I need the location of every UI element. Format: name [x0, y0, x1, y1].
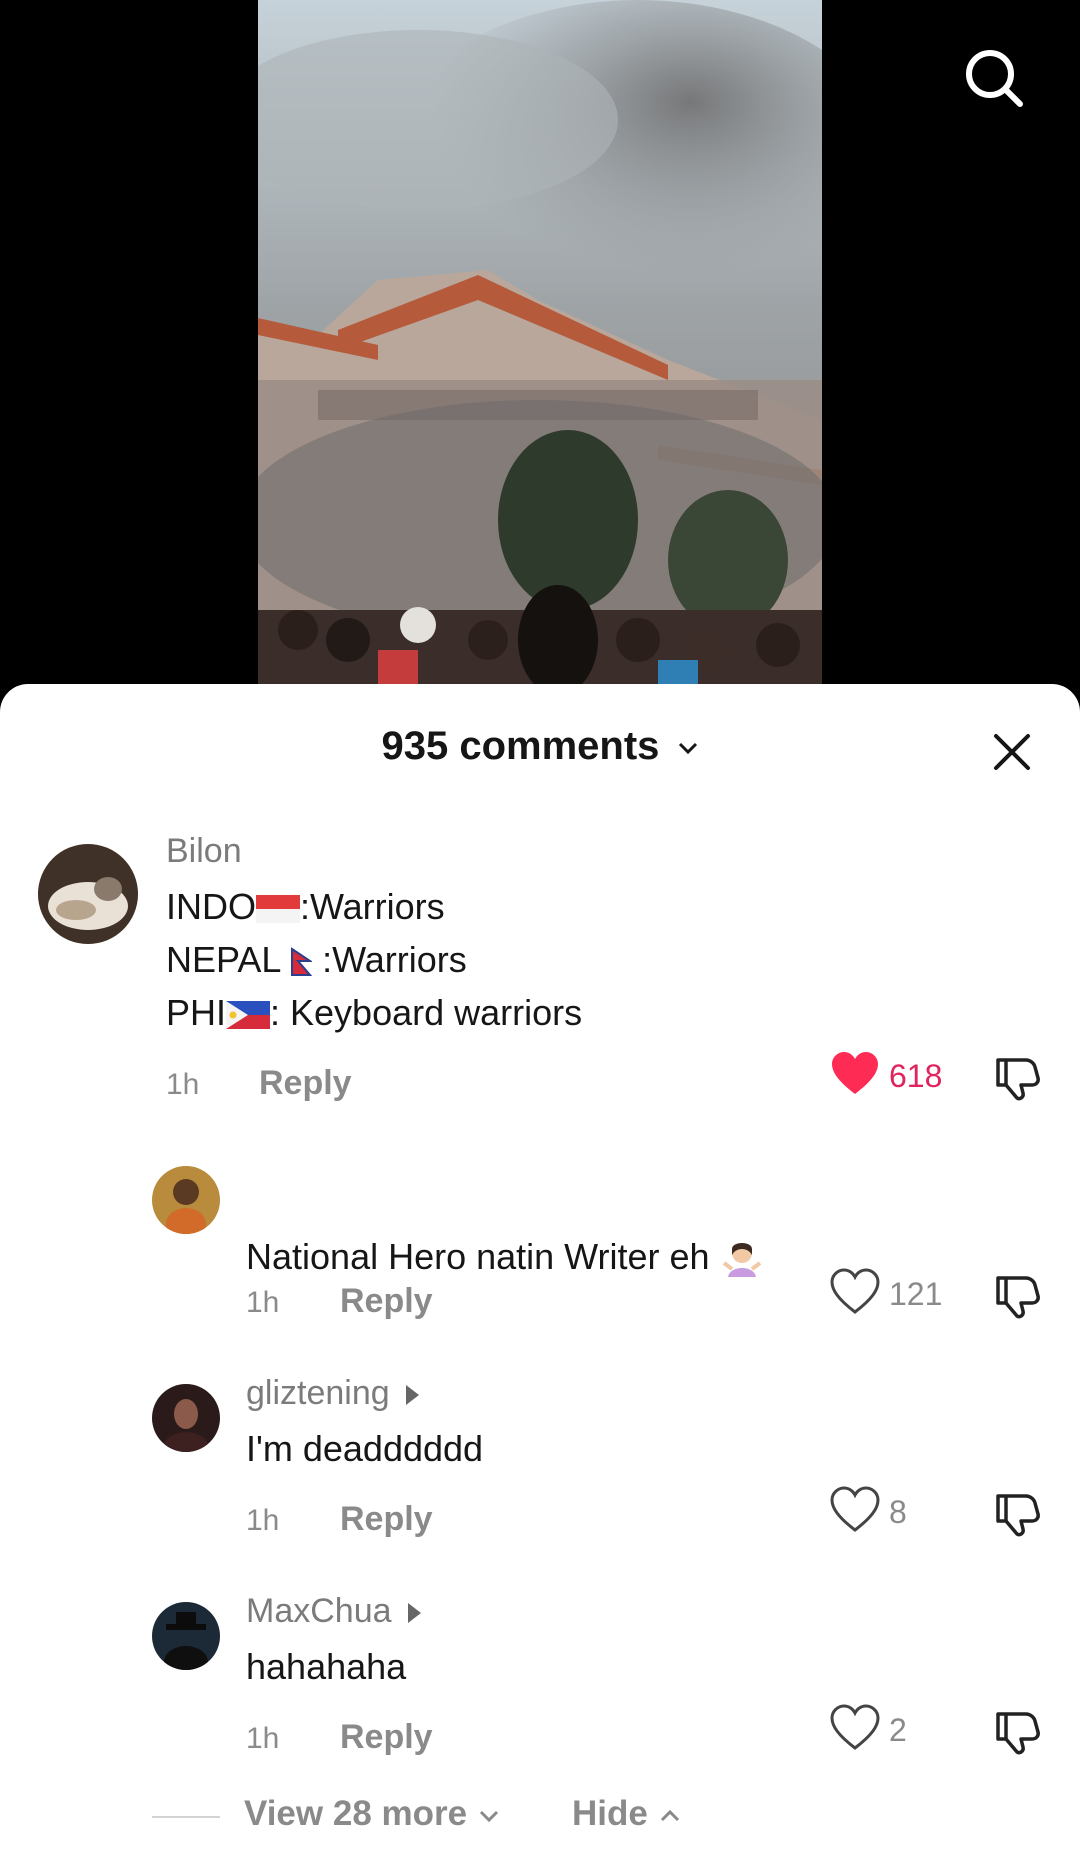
avatar-image	[152, 1166, 220, 1234]
dislike-icon	[996, 1494, 1040, 1537]
like-count: 8	[889, 1494, 907, 1530]
dislike-button[interactable]	[990, 1704, 1042, 1756]
avatar[interactable]	[152, 1166, 220, 1234]
hide-replies-button[interactable]: Hide	[572, 1794, 682, 1834]
dislike-button[interactable]	[990, 1050, 1042, 1102]
comments-sheet: 935 comments Bilon INDO:Warriors NEPAL …	[0, 684, 1080, 1852]
heart-icon	[830, 1486, 880, 1532]
comment-line: PHI: Keyboard warriors	[166, 992, 583, 1033]
heart-icon	[830, 1704, 880, 1750]
close-button[interactable]	[988, 728, 1036, 776]
search-button[interactable]	[958, 42, 1032, 116]
avatar[interactable]	[38, 844, 138, 944]
comment-time: 1h	[166, 1068, 200, 1101]
chevron-down-icon	[479, 1810, 498, 1822]
avatar[interactable]	[152, 1384, 220, 1452]
comment-time: 1h	[246, 1504, 280, 1537]
comment-username[interactable]: MaxChua	[246, 1592, 421, 1631]
heart-icon	[830, 1268, 880, 1314]
comment-text: hahahaha	[246, 1646, 407, 1687]
video-player[interactable]	[0, 0, 1080, 700]
dislike-icon	[996, 1712, 1040, 1755]
comment-time: 1h	[246, 1286, 280, 1319]
play-arrow-icon	[407, 1603, 421, 1624]
comments-count-label: 935 comments	[381, 724, 660, 768]
like-button[interactable]	[830, 1050, 880, 1100]
avatar-image	[38, 844, 138, 944]
view-more-replies-button[interactable]: View 28 more	[244, 1794, 501, 1834]
heart-icon	[832, 1052, 878, 1094]
reply-button[interactable]: Reply	[259, 1064, 352, 1103]
like-button[interactable]	[830, 1486, 880, 1536]
close-icon	[994, 734, 1030, 770]
avatar[interactable]	[152, 1602, 220, 1670]
comment-text: I'm deadddddd	[246, 1428, 484, 1469]
nepal-flag-icon	[291, 947, 313, 977]
chevron-down-icon	[678, 743, 697, 755]
dislike-icon	[996, 1058, 1040, 1101]
like-count: 121	[889, 1276, 943, 1312]
comment-line: INDO:Warriors	[166, 886, 445, 927]
like-button[interactable]	[830, 1268, 880, 1318]
replies-divider	[152, 1816, 220, 1818]
search-icon	[966, 50, 1023, 107]
comment-text: National Hero natin Writer eh	[246, 1230, 764, 1283]
comment-line: NEPAL :Warriors	[166, 939, 467, 980]
comment-text: INDO:Warriors NEPAL :Warriors PHI: Keybo…	[166, 880, 582, 1039]
comment-time: 1h	[246, 1722, 280, 1755]
video-thumbnail-image	[258, 0, 822, 684]
play-arrow-icon	[405, 1385, 419, 1406]
shrug-emoji-icon	[722, 1243, 761, 1278]
dislike-icon	[996, 1276, 1040, 1319]
comment-username[interactable]: Bilon	[166, 832, 242, 871]
reply-button[interactable]: Reply	[340, 1718, 433, 1757]
dislike-button[interactable]	[990, 1486, 1042, 1538]
reply-button[interactable]: Reply	[340, 1500, 433, 1539]
comments-header: 935 comments	[0, 684, 1080, 804]
philippines-flag-icon	[226, 1001, 271, 1030]
chevron-up-icon	[660, 1809, 679, 1821]
like-count: 618	[889, 1058, 943, 1094]
video-frame[interactable]	[258, 0, 822, 684]
indonesia-flag-icon	[256, 895, 300, 924]
avatar-image	[152, 1602, 220, 1670]
avatar-image	[152, 1384, 220, 1452]
like-count: 2	[889, 1712, 907, 1748]
comments-count-dropdown[interactable]: 935 comments	[0, 724, 1080, 769]
dislike-button[interactable]	[990, 1268, 1042, 1320]
reply-button[interactable]: Reply	[340, 1282, 433, 1321]
comment-username[interactable]: gliztening	[246, 1374, 419, 1413]
like-button[interactable]	[830, 1704, 880, 1754]
